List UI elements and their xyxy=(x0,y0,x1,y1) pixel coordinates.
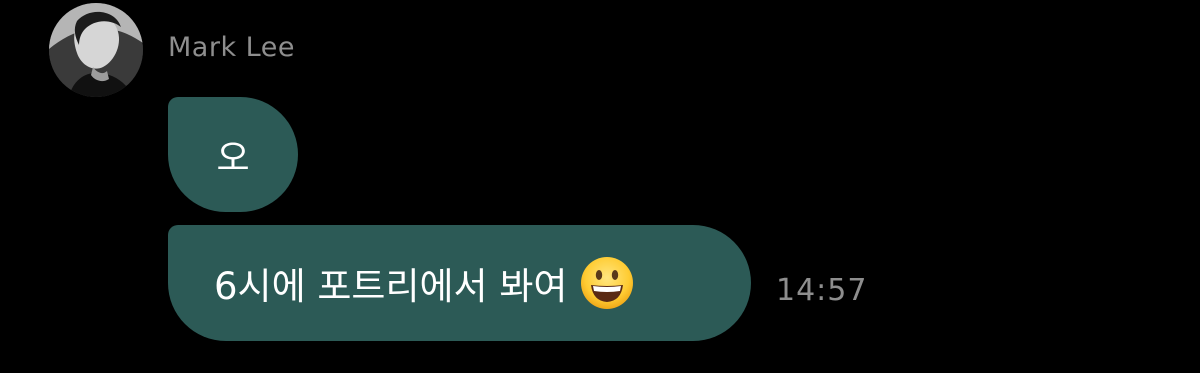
message-text: 6시에 포트리에서 봐여 xyxy=(214,265,568,308)
sender-name: Mark Lee xyxy=(168,32,295,63)
grinning-face-emoji-icon xyxy=(579,255,635,311)
chat-screen: Mark Lee 오 6시에 포트리에서 봐여 14:57 xyxy=(0,0,1200,373)
profile-photo-icon xyxy=(49,3,143,97)
message-text: 오 xyxy=(216,137,250,179)
message-timestamp: 14:57 xyxy=(776,273,868,308)
avatar[interactable] xyxy=(49,3,143,97)
message-bubble[interactable]: 6시에 포트리에서 봐여 xyxy=(168,225,751,341)
message-bubble[interactable]: 오 xyxy=(168,97,298,212)
